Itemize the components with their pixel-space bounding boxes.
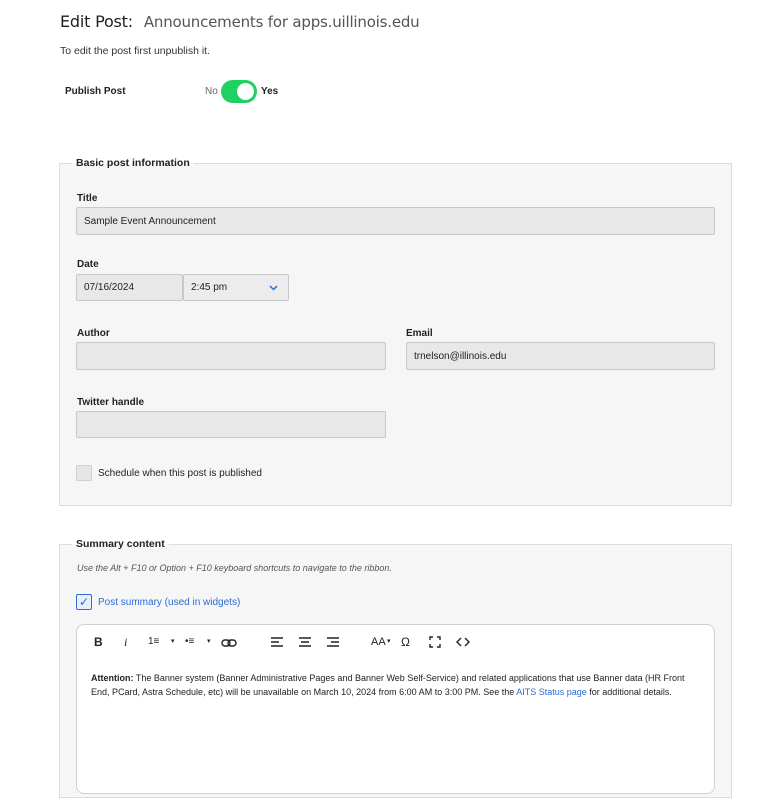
source-code-icon[interactable] xyxy=(456,635,470,649)
bullet-list-caret-icon[interactable]: ▾ xyxy=(207,635,211,649)
email-input[interactable]: trnelson@illinois.edu xyxy=(406,342,715,370)
link-icon[interactable] xyxy=(221,636,237,650)
bullet-list-icon[interactable]: •≡ xyxy=(185,635,194,649)
announcement-text-end: for additional details. xyxy=(586,687,672,697)
aits-status-link[interactable]: AITS Status page xyxy=(516,687,587,697)
bold-button[interactable]: B xyxy=(94,635,103,649)
page-title: Edit Post: Announcements for apps.uillin… xyxy=(60,12,420,31)
fullscreen-icon[interactable] xyxy=(429,635,441,649)
toggle-no-label: No xyxy=(205,86,218,97)
twitter-handle-label: Twitter handle xyxy=(77,397,145,408)
title-label: Title xyxy=(77,193,98,204)
toggle-knob xyxy=(237,83,254,100)
date-input[interactable]: 07/16/2024 xyxy=(76,274,183,301)
unpublish-helper-text: To edit the post first unpublish it. xyxy=(60,45,210,57)
special-character-icon[interactable]: Ω xyxy=(401,635,410,649)
email-label: Email xyxy=(406,328,433,339)
page-subtitle: Announcements for apps.uillinois.edu xyxy=(143,13,420,31)
align-center-icon[interactable] xyxy=(298,635,312,649)
twitter-handle-input[interactable] xyxy=(76,411,386,438)
toggle-yes-label: Yes xyxy=(261,86,279,97)
font-size-caret-icon[interactable]: ▾ xyxy=(387,635,391,649)
checkmark-icon: ✓ xyxy=(78,595,90,609)
time-select-value: 2:45 pm xyxy=(191,282,228,293)
publish-post-label: Publish Post xyxy=(65,86,126,97)
schedule-checkbox-label[interactable]: Schedule when this post is published xyxy=(98,468,262,479)
keyboard-shortcut-hint: Use the Alt + F10 or Option + F10 keyboa… xyxy=(77,563,392,573)
post-summary-checkbox[interactable]: ✓ xyxy=(76,594,92,610)
publish-toggle[interactable] xyxy=(221,80,257,103)
chevron-down-icon xyxy=(269,284,278,291)
title-input[interactable]: Sample Event Announcement xyxy=(76,207,715,235)
page-title-label: Edit Post: xyxy=(60,12,133,31)
author-input[interactable] xyxy=(76,342,386,370)
schedule-checkbox[interactable] xyxy=(76,465,92,481)
post-summary-label[interactable]: Post summary (used in widgets) xyxy=(98,597,240,608)
summary-legend: Summary content xyxy=(76,538,165,550)
time-select[interactable]: 2:45 pm xyxy=(183,274,289,301)
date-label: Date xyxy=(77,259,99,270)
ordered-list-icon[interactable]: 1≡ xyxy=(148,635,159,649)
author-label: Author xyxy=(77,328,110,339)
italic-button[interactable]: i xyxy=(124,635,127,649)
ordered-list-caret-icon[interactable]: ▾ xyxy=(171,635,175,649)
align-right-icon[interactable] xyxy=(326,635,340,649)
attention-label: Attention: xyxy=(91,673,134,683)
align-left-icon[interactable] xyxy=(270,635,284,649)
basic-info-legend: Basic post information xyxy=(76,157,190,169)
rich-text-editor[interactable]: B i 1≡ ▾ •≡ ▾ AA ▾ Ω Attention: The Bann… xyxy=(76,624,715,794)
font-size-button[interactable]: AA xyxy=(371,635,386,649)
editor-content[interactable]: Attention: The Banner system (Banner Adm… xyxy=(91,671,701,699)
